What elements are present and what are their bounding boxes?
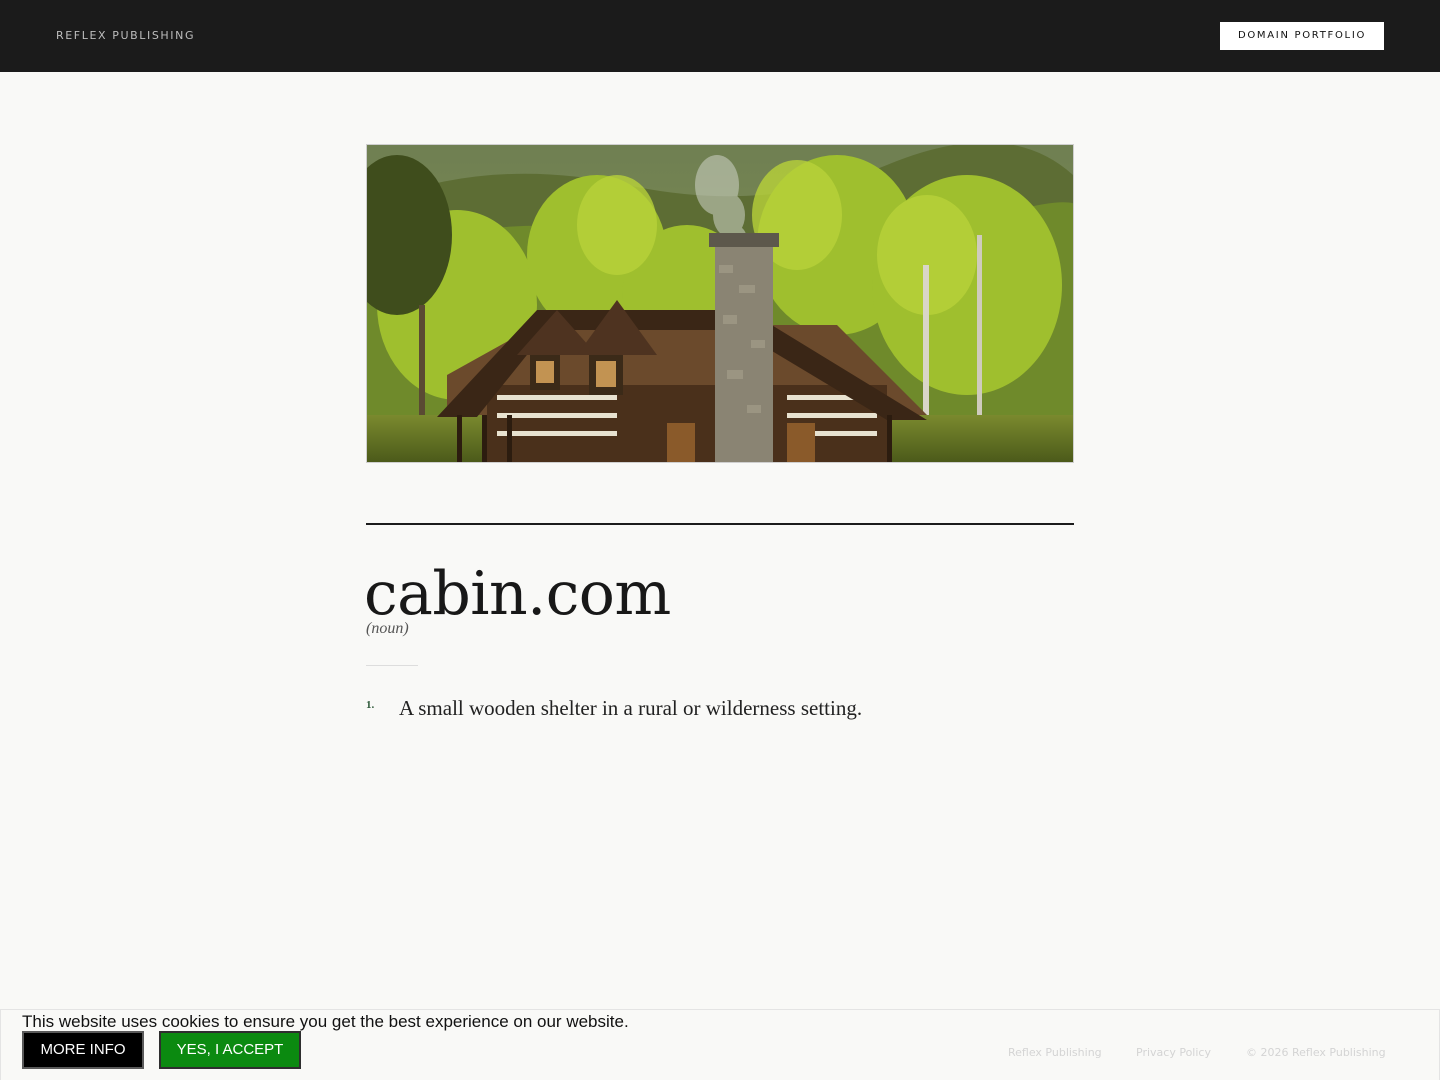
- short-divider: [366, 665, 418, 666]
- part-of-speech: (noun): [366, 620, 409, 637]
- domain-portfolio-button[interactable]: DOMAIN PORTFOLIO: [1220, 22, 1384, 50]
- cookie-consent-banner: This website uses cookies to ensure you …: [0, 1009, 1440, 1080]
- more-info-button[interactable]: MORE INFO: [22, 1031, 144, 1069]
- cookie-message: This website uses cookies to ensure you …: [22, 1012, 629, 1031]
- hero-cabin-image: [366, 144, 1074, 463]
- top-navigation-bar: REFLEX PUBLISHING DOMAIN PORTFOLIO: [0, 0, 1440, 72]
- brand-logo-link[interactable]: REFLEX PUBLISHING: [56, 29, 195, 42]
- accept-cookies-button[interactable]: YES, I ACCEPT: [159, 1031, 301, 1069]
- cabin-forest-illustration: [367, 145, 1073, 462]
- definition-number: 1.: [366, 699, 375, 711]
- definition-text: A small wooden shelter in a rural or wil…: [399, 696, 863, 720]
- domain-name-title: cabin.com: [364, 559, 671, 629]
- title-divider: [366, 523, 1074, 525]
